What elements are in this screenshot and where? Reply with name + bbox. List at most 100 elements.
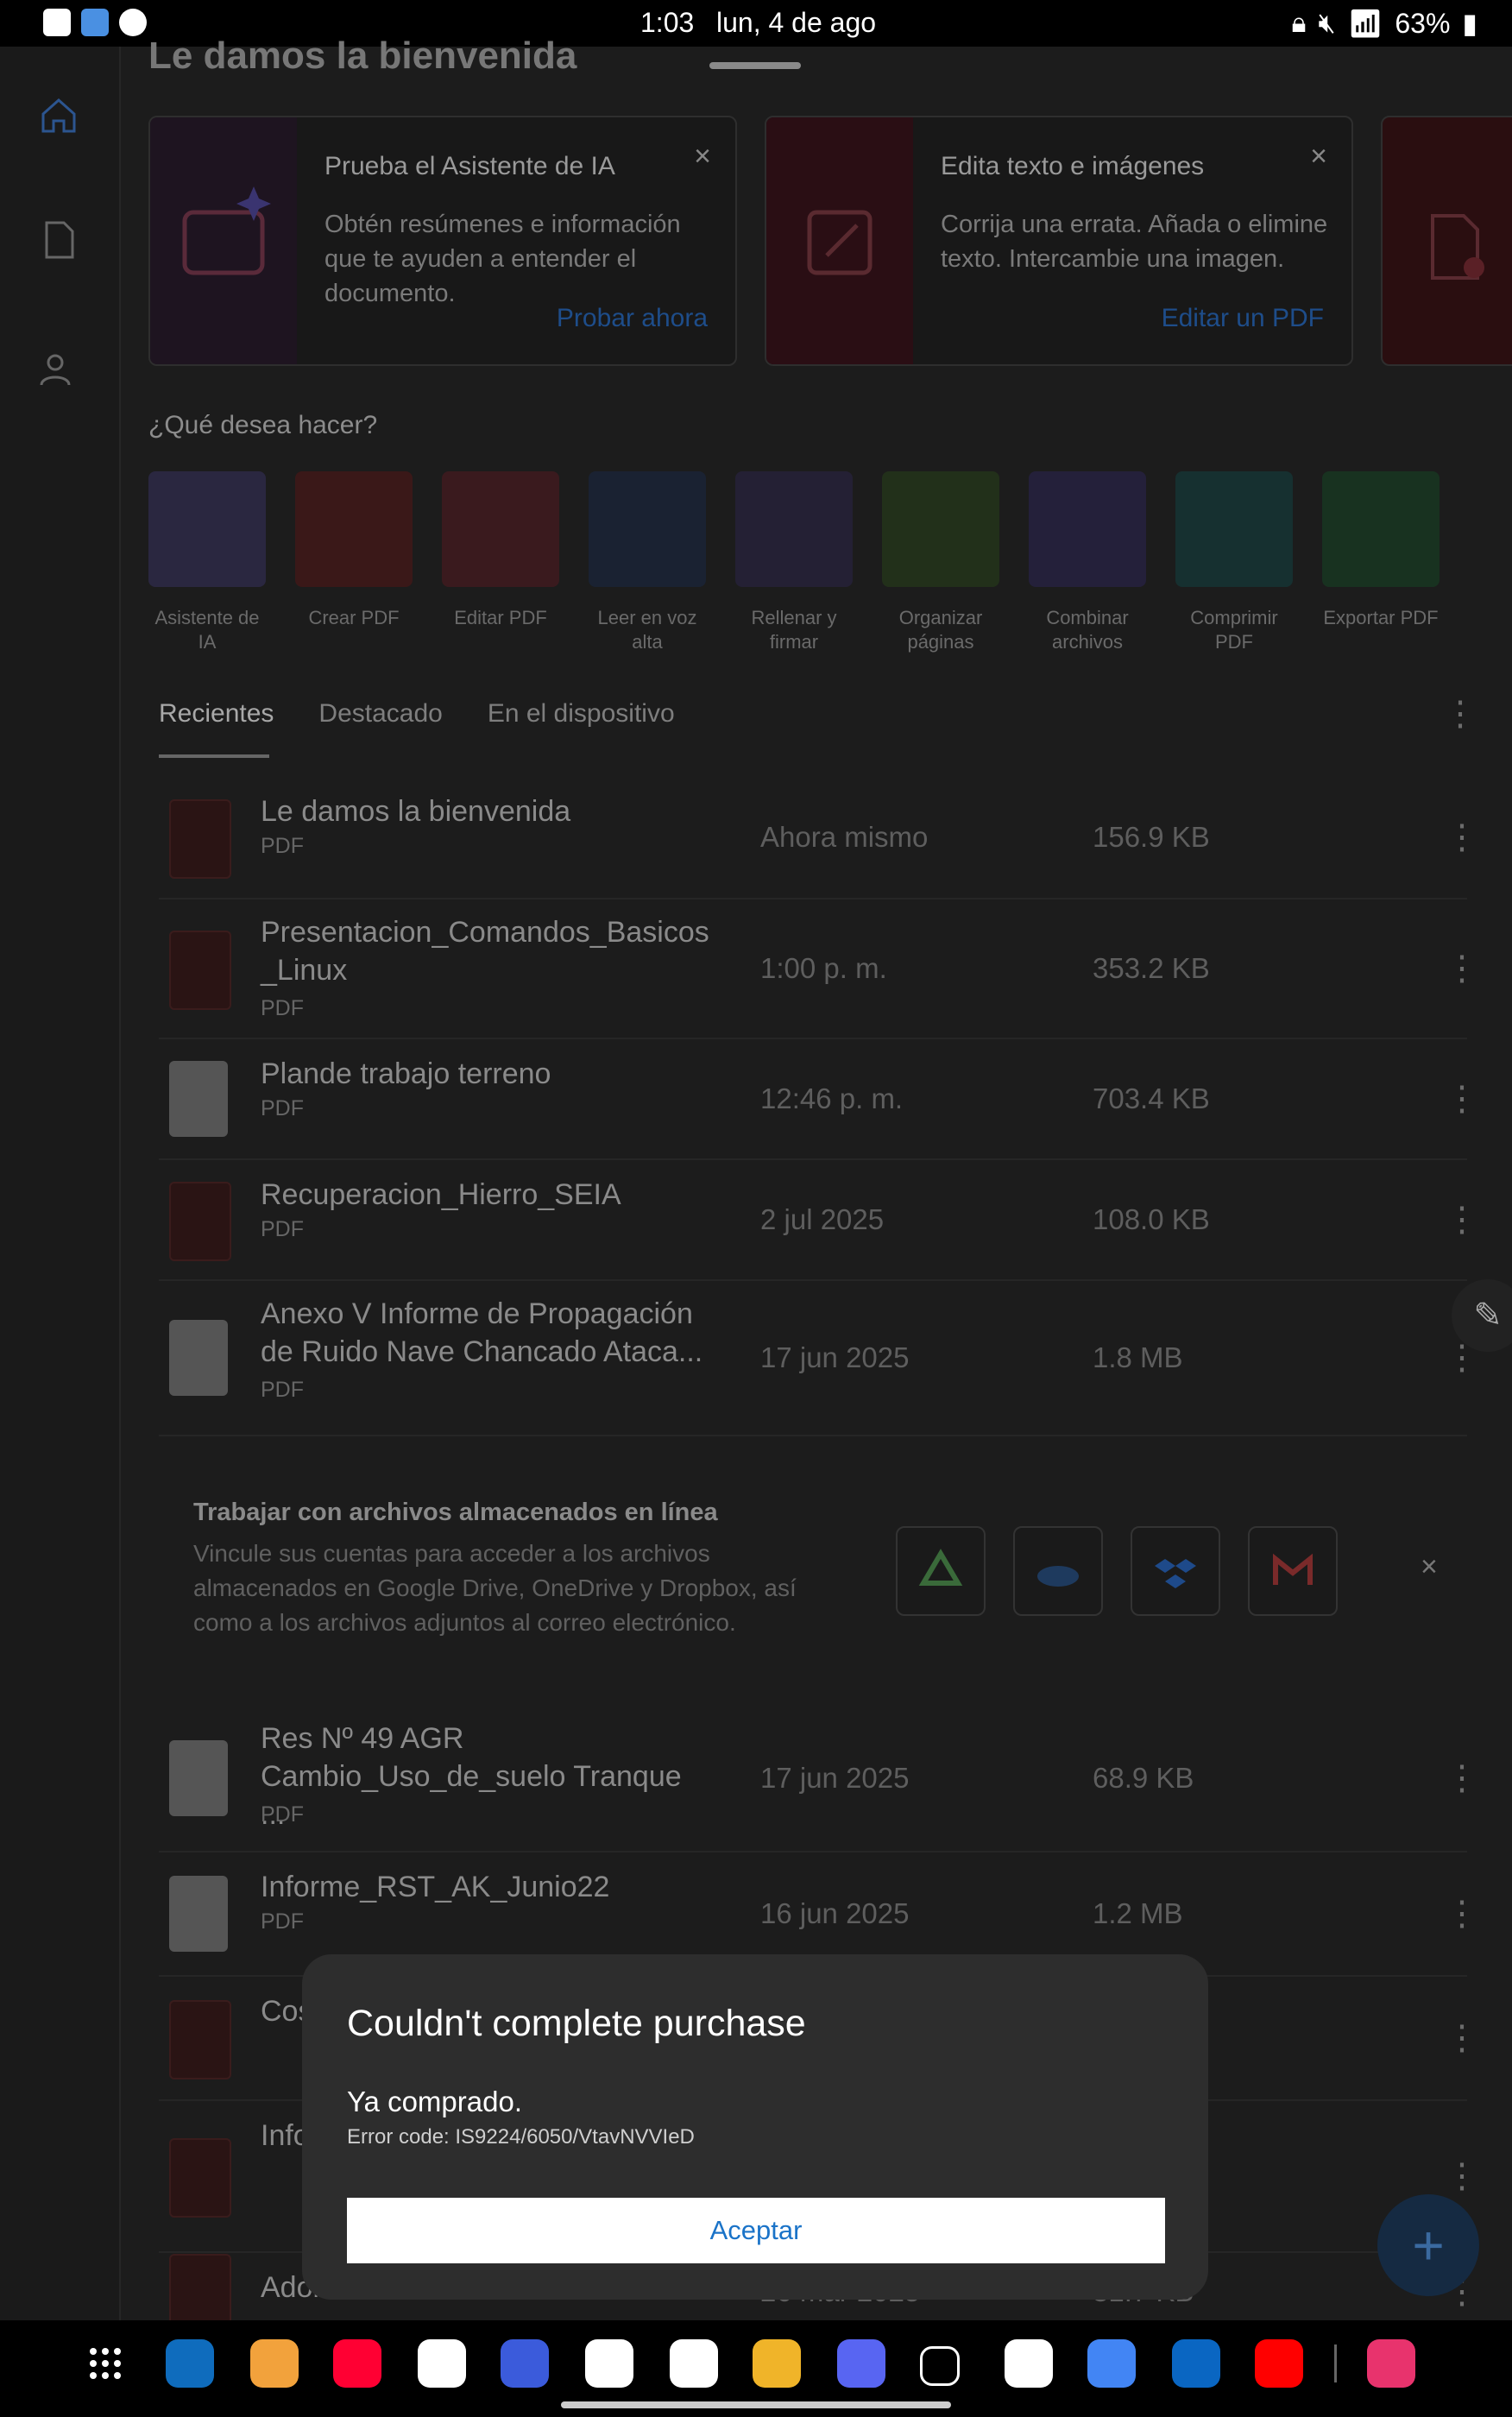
tool-1[interactable]: Crear PDF xyxy=(295,471,413,630)
gmail-button[interactable] xyxy=(1248,1526,1338,1616)
pdf-file-icon xyxy=(169,1182,231,1261)
date: lun, 4 de ago xyxy=(716,7,877,38)
close-icon[interactable]: × xyxy=(1310,140,1327,174)
file-row[interactable]: Anexo V Informe de Propagación de Ruido … xyxy=(159,1281,1479,1436)
edit-pdf-link[interactable]: Editar un PDF xyxy=(1162,304,1324,333)
more-options-icon[interactable]: ⋮ xyxy=(1445,1079,1479,1119)
calendar-app-icon[interactable] xyxy=(1005,2339,1053,2388)
pdf-file-icon xyxy=(169,799,231,879)
tool-7[interactable]: Comprimir PDF xyxy=(1175,471,1293,654)
more-options-icon[interactable]: ⋮ xyxy=(1445,2018,1479,2058)
pdf-file-icon xyxy=(169,931,231,1010)
ai-app-app-icon[interactable] xyxy=(501,2339,549,2388)
more-options-icon[interactable]: ⋮ xyxy=(1443,694,1477,734)
threads-app-icon[interactable] xyxy=(585,2339,633,2388)
file-size: 353.2 KB xyxy=(1093,952,1210,984)
file-type: PDF xyxy=(261,1909,304,1934)
more-options-icon[interactable]: ⋮ xyxy=(1445,2156,1479,2196)
tool-icon xyxy=(1029,471,1146,587)
more-options-icon[interactable]: ⋮ xyxy=(1445,1200,1479,1240)
calendar-notification-icon xyxy=(81,9,109,36)
tool-0[interactable]: Asistente de IA xyxy=(148,471,266,654)
tool-label: Asistente de IA xyxy=(154,607,260,653)
file-row[interactable]: Recuperacion_Hierro_SEIA PDF 2 jul 2025 108… xyxy=(159,1160,1479,1281)
shared-icon[interactable] xyxy=(38,349,79,390)
bird-app-app-icon[interactable] xyxy=(753,2339,801,2388)
tool-5[interactable]: Organizar páginas xyxy=(882,471,999,654)
create-pdf-icon xyxy=(1431,214,1484,280)
discord-app-icon[interactable] xyxy=(837,2339,885,2388)
notification-icon xyxy=(43,9,71,36)
dropbox-button[interactable] xyxy=(1131,1526,1220,1616)
file-size: 108.0 KB xyxy=(1093,1203,1210,1235)
file-thumbnail xyxy=(169,1061,228,1137)
tool-2[interactable]: Editar PDF xyxy=(442,471,559,630)
more-options-icon[interactable]: ⋮ xyxy=(1445,949,1479,988)
tool-label: Rellenar y firmar xyxy=(751,607,837,653)
tool-6[interactable]: Combinar archivos xyxy=(1029,471,1146,654)
tool-icon xyxy=(295,471,413,587)
google-drive-button[interactable] xyxy=(896,1526,986,1616)
github-app-icon[interactable] xyxy=(670,2339,718,2388)
youtube-app-icon[interactable] xyxy=(1255,2339,1303,2388)
close-icon[interactable]: × xyxy=(694,140,711,174)
accept-button[interactable]: Aceptar xyxy=(347,2198,1165,2263)
youtube-music-app-icon[interactable] xyxy=(333,2339,381,2388)
file-row[interactable]: Presentacion_Comandos_Basicos _Linux PDF 1… xyxy=(159,899,1479,1039)
files-app-icon[interactable] xyxy=(250,2339,299,2388)
more-options-icon[interactable]: ⋮ xyxy=(1445,817,1479,857)
google-drive-icon xyxy=(918,1549,963,1586)
linkedin-app-icon[interactable] xyxy=(1172,2339,1220,2388)
tool-label: Leer en voz alta xyxy=(597,607,697,653)
gmail-icon xyxy=(1273,1553,1313,1585)
tool-4[interactable]: Rellenar y firmar xyxy=(735,471,853,654)
file-name: Informe_RST_AK_Junio22 xyxy=(261,1871,610,1903)
edit-illustration xyxy=(766,117,913,364)
drag-handle[interactable] xyxy=(709,62,801,69)
notification-icons xyxy=(43,9,147,36)
home-icon[interactable] xyxy=(38,95,79,136)
dialog-title: Couldn't complete purchase xyxy=(347,2003,806,2044)
onedrive-icon xyxy=(1037,1566,1079,1587)
tool-icon xyxy=(589,471,706,587)
more-options-icon[interactable]: ⋮ xyxy=(1445,1758,1479,1798)
file-row[interactable]: Le damos la bienvenida PDF Ahora mismo 156.… xyxy=(159,777,1479,899)
tool-icon xyxy=(882,471,999,587)
close-icon[interactable]: × xyxy=(1421,1550,1438,1584)
cloud-card-title: Trabajar con archivos almacenados en lín… xyxy=(193,1499,718,1526)
battery-icon: ▮ xyxy=(1462,8,1477,39)
page-title: Le damos la bienvenida xyxy=(148,35,577,77)
ai-assistant-illustration xyxy=(150,117,297,364)
file-size: 703.4 KB xyxy=(1093,1082,1210,1114)
gesture-bar[interactable] xyxy=(561,2401,951,2408)
tool-3[interactable]: Leer en voz alta xyxy=(589,471,706,654)
file-row[interactable]: Res Nº 49 AGR Cambio_Uso_de_suelo Tranqu… xyxy=(159,1706,1479,1852)
file-row[interactable]: Plande trabajo terreno PDF 12:46 p. m. 703.… xyxy=(159,1039,1479,1160)
apps-grid-app-icon[interactable] xyxy=(81,2339,129,2388)
store-app-icon[interactable] xyxy=(1367,2339,1415,2388)
system-icons: 🔒︎ 🔇︎ 📶︎ 63% ▮ xyxy=(1292,7,1477,40)
files-icon[interactable] xyxy=(38,219,79,261)
file-size: 1.2 MB xyxy=(1093,1897,1183,1929)
file-type: PDF xyxy=(261,1217,304,1241)
outlook-app-icon[interactable] xyxy=(166,2339,214,2388)
share-app-icon[interactable] xyxy=(920,2346,960,2386)
file-type: PDF xyxy=(261,996,304,1020)
file-thumbnail xyxy=(169,1320,228,1396)
more-options-icon[interactable]: ⋮ xyxy=(1445,1894,1479,1934)
try-now-link[interactable]: Probar ahora xyxy=(557,304,708,333)
tab-starred[interactable]: Destacado xyxy=(318,699,442,729)
gemini-app-icon[interactable] xyxy=(1087,2339,1136,2388)
account-icon xyxy=(119,9,147,36)
tab-recent[interactable]: Recientes xyxy=(159,699,274,729)
promo-description: Corrija una errata. Añada o elimine text… xyxy=(941,211,1328,273)
lock-icon: 🔒︎ xyxy=(1291,7,1307,38)
tool-label: Crear PDF xyxy=(308,607,400,628)
onedrive-button[interactable] xyxy=(1013,1526,1103,1616)
chatgpt-app-icon[interactable] xyxy=(418,2339,466,2388)
file-thumbnail xyxy=(169,1876,228,1952)
add-fab[interactable]: + xyxy=(1377,2194,1479,2296)
tool-8[interactable]: Exportar PDF xyxy=(1322,471,1440,630)
tab-on-device[interactable]: En el dispositivo xyxy=(488,699,675,729)
file-type: PDF xyxy=(261,1378,304,1402)
